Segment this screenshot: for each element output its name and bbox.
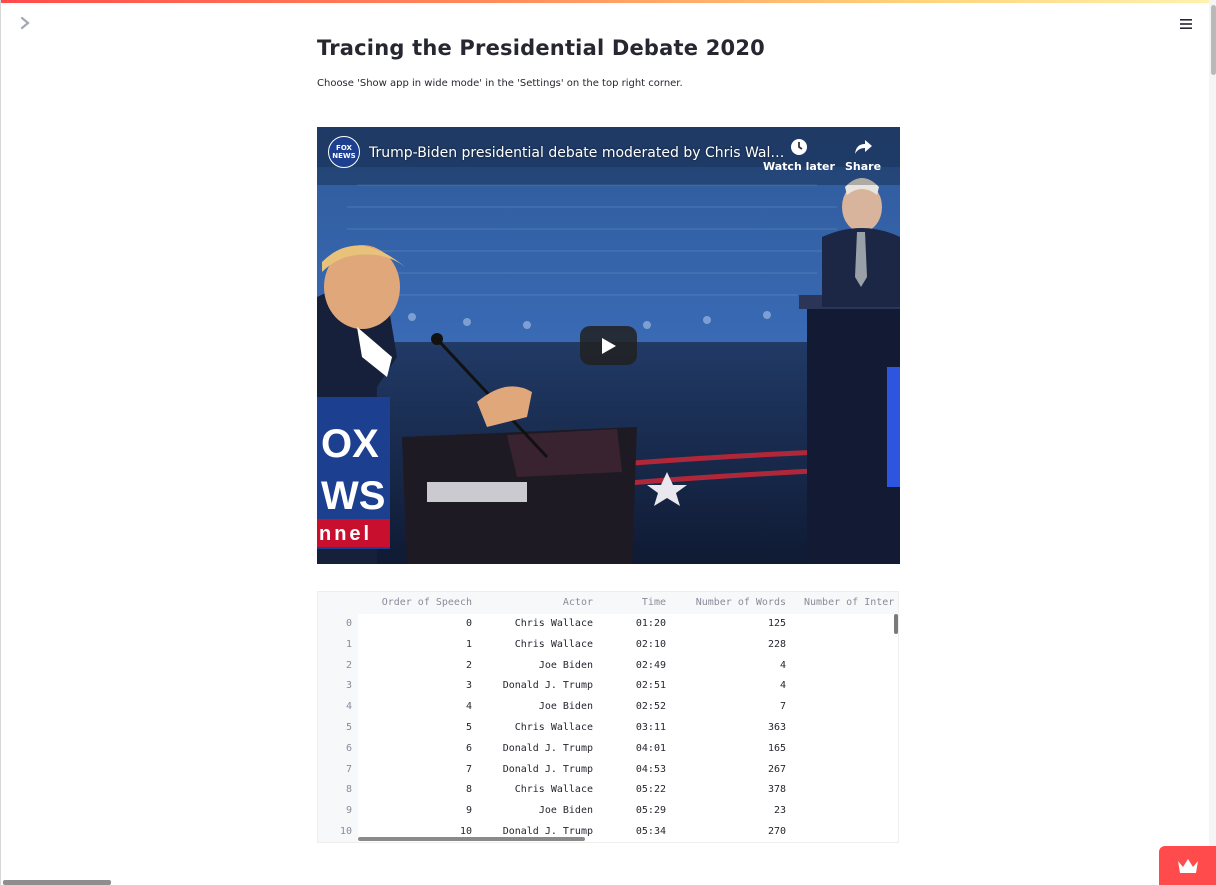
table-cell-order[interactable]: 2 xyxy=(352,656,472,676)
table-cell-order[interactable]: 8 xyxy=(352,780,472,800)
share-label: Share xyxy=(845,160,882,173)
watermark-line-2: WS xyxy=(321,474,385,518)
table-cell-time[interactable]: 04:53 xyxy=(596,760,666,780)
page-title: Tracing the Presidential Debate 2020 xyxy=(317,36,765,60)
table-cell-words[interactable]: 267 xyxy=(676,760,786,780)
table-cell-actor[interactable]: Joe Biden xyxy=(473,801,593,821)
column-header[interactable]: Number of Inter xyxy=(804,593,898,613)
row-index: 9 xyxy=(345,805,352,817)
watermark-line-3: nnel xyxy=(319,523,372,545)
table-cell-words[interactable]: 4 xyxy=(676,656,786,676)
row-index: 2 xyxy=(345,659,352,671)
table-cell-actor[interactable]: Donald J. Trump xyxy=(473,676,593,696)
play-button[interactable] xyxy=(580,326,637,365)
streamlit-badge[interactable] xyxy=(1159,846,1216,885)
table-cell-time[interactable]: 05:29 xyxy=(596,801,666,821)
video-title[interactable]: Trump-Biden presidential debate moderate… xyxy=(369,145,784,161)
table-cell-words[interactable]: 378 xyxy=(676,780,786,800)
chevron-right-icon[interactable] xyxy=(19,16,35,32)
table-cell-actor[interactable]: Donald J. Trump xyxy=(473,739,593,759)
table-cell-words[interactable]: 125 xyxy=(676,614,786,634)
table-cell-words[interactable]: 23 xyxy=(676,801,786,821)
table-cell-order[interactable]: 1 xyxy=(352,635,472,655)
app-page: Tracing the Presidential Debate 2020 Cho… xyxy=(0,0,1216,885)
row-index: 5 xyxy=(345,722,352,733)
table-cell-order[interactable]: 10 xyxy=(352,822,472,842)
table-cell-order[interactable]: 9 xyxy=(352,801,472,821)
debate-data-table[interactable]: Order of Speech Actor Time Number of Words N… xyxy=(317,591,899,843)
clock-icon xyxy=(789,137,809,157)
page-vertical-scrollbar-thumb[interactable] xyxy=(1211,5,1216,75)
row-index: 7 xyxy=(345,763,352,775)
row-index: 8 xyxy=(345,784,352,796)
share-arrow-icon xyxy=(853,137,873,157)
table-cell-time[interactable]: 02:52 xyxy=(596,697,666,717)
table-cell-order[interactable]: 3 xyxy=(352,676,472,696)
table-cell-time[interactable]: 04:01 xyxy=(596,739,666,759)
table-cell-order[interactable]: 5 xyxy=(352,718,472,738)
table-cell-actor[interactable]: Chris Wallace xyxy=(473,718,593,738)
watermark-line-1: OX xyxy=(321,422,379,466)
row-index: 0 xyxy=(345,618,352,629)
column-header[interactable]: Time xyxy=(596,593,666,613)
row-index: 1 xyxy=(345,638,352,650)
table-cell-words[interactable]: 270 xyxy=(676,822,786,842)
column-header[interactable]: Number of Words xyxy=(676,593,786,613)
column-header[interactable]: Actor xyxy=(473,593,593,613)
table-cell-actor[interactable]: Joe Biden xyxy=(473,656,593,676)
table-cell-order[interactable]: 7 xyxy=(352,760,472,780)
table-cell-time[interactable]: 03:11 xyxy=(596,718,666,738)
hamburger-menu-icon[interactable] xyxy=(1178,16,1196,34)
table-cell-actor[interactable]: Chris Wallace xyxy=(473,780,593,800)
table-cell-order[interactable]: 6 xyxy=(352,739,472,759)
table-cell-words[interactable]: 228 xyxy=(676,635,786,655)
table-cell-actor[interactable]: Chris Wallace xyxy=(473,614,593,634)
watch-later-label: Watch later xyxy=(763,160,835,173)
table-cell-actor[interactable]: Donald J. Trump xyxy=(473,822,593,842)
table-cell-time[interactable]: 02:49 xyxy=(596,656,666,676)
column-header[interactable]: Order of Speech xyxy=(352,593,472,613)
table-cell-time[interactable]: 01:20 xyxy=(596,614,666,634)
table-cell-actor[interactable]: Joe Biden xyxy=(473,697,593,717)
page-horizontal-scrollbar-thumb[interactable] xyxy=(3,880,111,885)
row-index: 4 xyxy=(345,701,352,713)
table-cell-order[interactable]: 4 xyxy=(352,697,472,717)
crown-icon xyxy=(1178,859,1198,873)
table-cell-time[interactable]: 05:34 xyxy=(596,822,666,842)
table-cell-time[interactable]: 02:51 xyxy=(596,676,666,696)
row-index: 10 xyxy=(339,826,352,837)
watch-later-button[interactable]: Watch later xyxy=(763,137,835,173)
table-cell-time[interactable]: 02:10 xyxy=(596,635,666,655)
table-cell-actor[interactable]: Chris Wallace xyxy=(473,635,593,655)
table-vertical-scrollbar[interactable] xyxy=(894,614,898,634)
row-index: 6 xyxy=(345,742,352,754)
table-cell-time[interactable]: 05:22 xyxy=(596,780,666,800)
play-icon xyxy=(602,338,616,354)
top-decoration-stripe xyxy=(1,0,1216,3)
table-cell-words[interactable]: 7 xyxy=(676,697,786,717)
table-cell-words[interactable]: 4 xyxy=(676,676,786,696)
youtube-video-embed[interactable]: OX WS nnel FOX NEWS Trump-Biden presiden… xyxy=(317,127,900,564)
row-index: 3 xyxy=(345,680,352,692)
page-vertical-scrollbar-track[interactable] xyxy=(1209,0,1216,885)
table-cell-words[interactable]: 165 xyxy=(676,739,786,759)
table-cell-actor[interactable]: Donald J. Trump xyxy=(473,760,593,780)
channel-logo[interactable]: FOX NEWS xyxy=(328,136,360,168)
table-cell-words[interactable]: 363 xyxy=(676,718,786,738)
share-button[interactable]: Share xyxy=(845,137,881,173)
table-cell-order[interactable]: 0 xyxy=(352,614,472,634)
page-subtitle: Choose 'Show app in wide mode' in the 'S… xyxy=(317,78,683,89)
